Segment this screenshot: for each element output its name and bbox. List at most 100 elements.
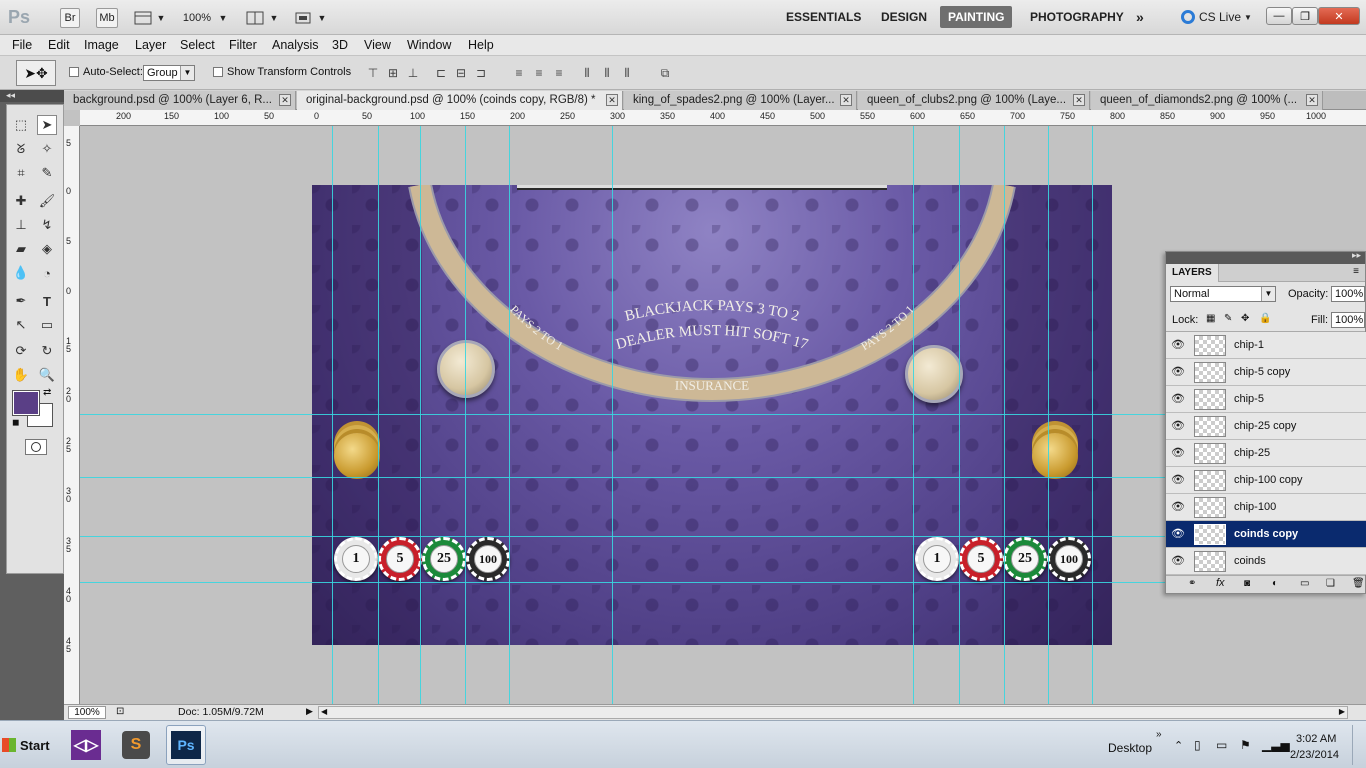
adjustment-layer-icon[interactable]: ◐ — [1272, 578, 1278, 589]
opacity-field[interactable]: 100% — [1331, 286, 1365, 302]
swap-colors-icon[interactable]: ⇄ — [43, 387, 51, 398]
tab-queen-of-diamonds[interactable]: queen_of_diamonds2.png @ 100% (... ✕ — [1091, 91, 1323, 110]
menu-select[interactable]: Select — [180, 38, 215, 52]
action-center-flag-icon[interactable]: ⚑ — [1240, 738, 1251, 752]
screen-mode-button[interactable] — [292, 8, 314, 28]
tools-panel-header[interactable]: ◂◂ — [0, 90, 64, 102]
auto-select-checkbox[interactable] — [69, 67, 79, 77]
panel-menu-icon[interactable]: ≡ — [1353, 266, 1359, 277]
guide-vertical[interactable] — [509, 126, 510, 704]
status-menu-icon[interactable]: ▶ — [306, 706, 313, 717]
link-layers-icon[interactable]: ⚭ — [1188, 578, 1196, 589]
distribute-bottom-icon[interactable]: ≡ — [551, 66, 567, 80]
align-right-edges-icon[interactable]: ⊐ — [473, 66, 489, 80]
visibility-eye-icon[interactable]: 👁 — [1171, 555, 1185, 567]
show-hidden-icons-icon[interactable]: ⌃ — [1174, 739, 1183, 752]
guide-vertical[interactable] — [378, 126, 379, 704]
3d-orbit-tool-icon[interactable]: ↻ — [37, 341, 57, 361]
menu-edit[interactable]: Edit — [48, 38, 70, 52]
workspace-painting[interactable]: PAINTING — [940, 6, 1013, 28]
distribute-right-icon[interactable]: ⦀ — [619, 66, 635, 80]
layer-row[interactable]: 👁 chip-5 copy — [1166, 359, 1366, 386]
layer-row[interactable]: 👁 chip-100 copy — [1166, 467, 1366, 494]
proof-icon[interactable]: ⊡ — [116, 706, 124, 717]
foreground-color-swatch[interactable] — [12, 390, 40, 416]
workspace-design[interactable]: DESIGN — [881, 6, 927, 28]
show-desktop-button[interactable] — [1352, 725, 1364, 765]
start-button[interactable]: Start — [2, 731, 54, 759]
menu-image[interactable]: Image — [84, 38, 119, 52]
shape-tool-icon[interactable]: ▭ — [37, 315, 57, 335]
minimize-button[interactable]: — — [1266, 7, 1292, 25]
add-mask-icon[interactable]: ◙ — [1244, 578, 1250, 589]
restore-button[interactable]: ❐ — [1292, 7, 1318, 25]
show-transform-checkbox[interactable] — [213, 67, 223, 77]
chevron-down-icon[interactable]: ▼ — [316, 8, 328, 28]
auto-align-layers-icon[interactable]: ⧉ — [657, 66, 673, 80]
fill-field[interactable]: 100% — [1331, 312, 1365, 328]
clock-time[interactable]: 3:02 AM — [1296, 733, 1336, 745]
scroll-right-icon[interactable]: ▶ — [1339, 707, 1345, 716]
menu-help[interactable]: Help — [468, 38, 494, 52]
distribute-top-icon[interactable]: ≡ — [511, 66, 527, 80]
layer-row[interactable]: 👁 chip-25 copy — [1166, 413, 1366, 440]
layer-row[interactable]: 👁 chip-100 — [1166, 494, 1366, 521]
close-tab-icon[interactable]: ✕ — [1073, 94, 1085, 106]
align-left-edges-icon[interactable]: ⊏ — [433, 66, 449, 80]
visibility-eye-icon[interactable]: 👁 — [1171, 393, 1185, 405]
visibility-eye-icon[interactable]: 👁 — [1171, 474, 1185, 486]
panel-header[interactable]: ▸▸ — [1166, 250, 1365, 264]
guide-vertical[interactable] — [420, 126, 421, 704]
menu-3d[interactable]: 3D — [332, 38, 348, 52]
healing-brush-tool-icon[interactable]: ✚ — [11, 191, 31, 211]
quick-mask-button[interactable] — [25, 439, 47, 455]
type-tool-icon[interactable]: T — [37, 291, 57, 311]
clone-stamp-tool-icon[interactable]: ⊥ — [11, 215, 31, 235]
chevron-down-icon[interactable]: ▼ — [268, 8, 280, 28]
default-colors-icon[interactable]: ◼ — [12, 417, 19, 428]
align-horizontal-centers-icon[interactable]: ⊟ — [453, 66, 469, 80]
layer-row[interactable]: 👁 chip-5 — [1166, 386, 1366, 413]
sublime-text-taskbar-button[interactable]: S — [116, 725, 156, 765]
tab-king-of-spades[interactable]: king_of_spades2.png @ 100% (Layer... ✕ — [624, 91, 857, 110]
distribute-hcenter-icon[interactable]: ⦀ — [599, 66, 615, 80]
layer-row[interactable]: 👁 chip-25 — [1166, 440, 1366, 467]
workspace-photography[interactable]: PHOTOGRAPHY — [1030, 6, 1124, 28]
workspace-essentials[interactable]: ESSENTIALS — [786, 6, 861, 28]
zoom-level[interactable]: 100% — [181, 8, 213, 28]
dodge-tool-icon[interactable]: ◔ — [37, 263, 57, 283]
tool-preset-picker[interactable]: ➤✥ — [16, 60, 56, 86]
visibility-eye-icon[interactable]: 👁 — [1171, 420, 1185, 432]
close-tab-icon[interactable]: ✕ — [279, 94, 291, 106]
visual-studio-taskbar-button[interactable]: ◁▷ — [66, 725, 106, 765]
visibility-eye-icon[interactable]: 👁 — [1171, 447, 1185, 459]
guide-vertical[interactable] — [1048, 126, 1049, 704]
cs-live-button[interactable]: CS Live ▼ — [1181, 6, 1252, 28]
marquee-tool-icon[interactable]: ⬚ — [11, 115, 31, 135]
layers-tab[interactable]: LAYERS — [1166, 264, 1219, 282]
chevron-down-icon[interactable]: ▼ — [155, 8, 167, 28]
menu-file[interactable]: File — [12, 38, 32, 52]
close-button[interactable]: ✕ — [1318, 7, 1360, 25]
horizontal-scrollbar[interactable]: ◀ ▶ — [318, 706, 1348, 719]
vertical-ruler[interactable]: 5 0 5 0 1 5 2 0 2 5 3 0 3 5 4 0 4 5 — [64, 126, 80, 704]
lock-image-icon[interactable]: ✎ — [1224, 313, 1232, 324]
3d-rotate-tool-icon[interactable]: ⟳ — [11, 341, 31, 361]
toolbar-chevron-icon[interactable]: » — [1156, 729, 1162, 740]
clock-date[interactable]: 2/23/2014 — [1290, 749, 1339, 761]
tab-queen-of-clubs[interactable]: queen_of_clubs2.png @ 100% (Laye... ✕ — [858, 91, 1090, 110]
blur-tool-icon[interactable]: 💧 — [11, 263, 31, 283]
guide-vertical[interactable] — [1092, 126, 1093, 704]
more-workspaces-icon[interactable]: » — [1136, 6, 1144, 28]
visibility-eye-icon[interactable]: 👁 — [1171, 501, 1185, 513]
eyedropper-tool-icon[interactable]: ✎ — [37, 163, 57, 183]
guide-vertical[interactable] — [959, 126, 960, 704]
history-brush-tool-icon[interactable]: ↯ — [37, 215, 57, 235]
auto-select-dropdown[interactable]: Group ▼ — [143, 65, 195, 81]
layer-row-selected[interactable]: 👁 coinds copy — [1166, 521, 1366, 548]
visibility-eye-icon[interactable]: 👁 — [1171, 339, 1185, 351]
arrange-documents-button[interactable] — [244, 8, 266, 28]
align-vertical-centers-icon[interactable]: ⊞ — [385, 66, 401, 80]
horizontal-ruler[interactable]: 200 150 100 50 0 50 100 150 200 250 300 … — [80, 110, 1366, 126]
distribute-vcenter-icon[interactable]: ≡ — [531, 66, 547, 80]
